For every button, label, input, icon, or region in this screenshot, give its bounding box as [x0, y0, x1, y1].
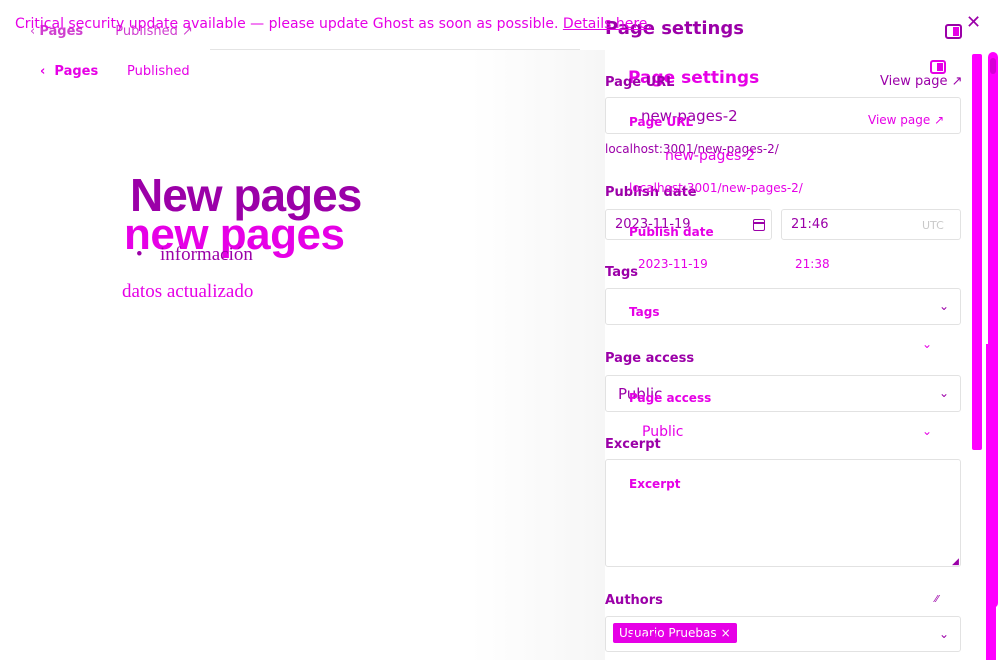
ghost-view-page: View page ↗ [868, 113, 944, 127]
close-icon[interactable]: ✕ [966, 12, 981, 33]
panel-scrollbar[interactable] [972, 54, 982, 450]
ghost-page-url-label: Page URL [629, 115, 694, 129]
chevron-down-icon: ⌄ [922, 424, 933, 438]
ghost-view-page-label: View page [868, 113, 931, 127]
view-page-link[interactable]: View page ↗ [880, 74, 963, 89]
security-update-banner: Critical security update available — ple… [15, 16, 652, 32]
bullet-list[interactable]: información [136, 244, 253, 266]
resize-handle-icon: ⁄⁄ [935, 594, 939, 605]
chevron-down-icon: ⌄ [922, 337, 933, 351]
breadcrumb-back-label: Pages [54, 64, 99, 79]
list-item[interactable]: información [136, 244, 253, 266]
remove-author-icon[interactable]: × [721, 626, 731, 640]
excerpt-label: Excerpt [605, 437, 661, 452]
arrow-up-right-icon: ↗ [951, 74, 963, 89]
sidebar-toggle-icon [930, 60, 946, 74]
ghost-authors-label: Authors [629, 632, 683, 646]
sidebar-toggle-icon[interactable] [945, 24, 962, 39]
chevron-down-icon: ⌄ [939, 627, 950, 641]
timezone-label: UTC [922, 219, 944, 232]
chevron-down-icon: ⌄ [939, 386, 950, 400]
authors-label: Authors [605, 593, 663, 608]
page-scrollbar[interactable] [988, 52, 998, 608]
publish-status: Published [127, 64, 190, 79]
time-input[interactable]: 21:46 UTC [781, 209, 961, 240]
tags-label: Tags [605, 265, 639, 280]
chevron-down-icon: ⌄ [939, 299, 950, 313]
chevron-left-icon: ‹ [40, 64, 55, 79]
page-scrollbar-thumb[interactable] [990, 58, 996, 74]
ghost-access-label: Page access [629, 391, 712, 405]
time-value: 21:46 [791, 217, 829, 232]
excerpt-textarea[interactable]: ◢ [605, 459, 961, 567]
banner-details-link[interactable]: Details here. [563, 16, 652, 32]
editor-paragraph[interactable]: datos actualizado [122, 281, 253, 303]
banner-message: Critical security update available — ple… [15, 16, 559, 32]
resize-handle-icon[interactable]: ◢ [952, 557, 959, 567]
ghost-time-value: 21:38 [795, 257, 830, 271]
page-access-label: Page access [605, 351, 695, 366]
ghost-date-value: 2023-11-19 [638, 257, 708, 271]
ghost-url-hint: localhost:3001/new-pages-2/ [629, 181, 803, 195]
ghost-excerpt-label: Excerpt [629, 477, 681, 491]
view-page-label: View page [880, 74, 948, 89]
ghost-url-value: new-pages-2 [665, 148, 756, 164]
page-url-label: Page URL [605, 75, 675, 90]
ghost-publish-date-label: Publish date [629, 225, 714, 239]
panel-edge-shadow [470, 50, 605, 660]
calendar-icon[interactable] [753, 219, 765, 231]
back-to-pages-link[interactable]: ‹ Pages [40, 64, 98, 79]
arrow-up-right-icon: ↗ [934, 113, 945, 127]
ghost-tags-label: Tags [629, 305, 660, 319]
